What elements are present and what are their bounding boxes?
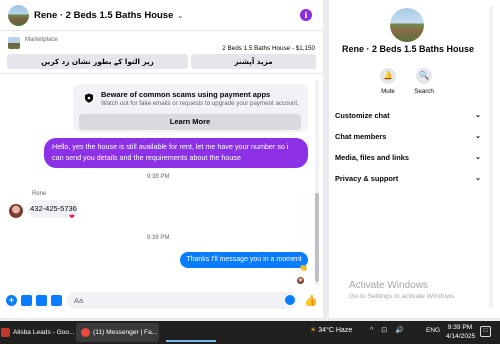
activate-windows-subtext: Go to Settings to activate Windows.	[349, 293, 457, 300]
chat-header: Rene · 2 Beds 1.5 Baths House ⌄ i	[0, 0, 323, 31]
chevron-down-icon: ⌄	[475, 154, 481, 161]
clock-time: 9:39 PM	[447, 324, 473, 331]
conversation-title-text: Rene · 2 Beds 1.5 Baths House	[34, 10, 174, 21]
mark-pending-button[interactable]: زیر التوا کے بطور نشان زد کریں	[7, 54, 188, 69]
taskbar-app-sheets[interactable]: Alisba Leads - Goo...	[0, 323, 75, 342]
listing-thumbnail[interactable]	[8, 37, 20, 49]
plus-icon[interactable]: +	[6, 295, 17, 306]
section-label: Customize chat	[335, 111, 390, 120]
scam-warning-title: Beware of common scams using payment app…	[101, 90, 271, 99]
listing-title[interactable]: 2 Beds 1.5 Baths House - $1,150	[222, 45, 315, 52]
section-label: Media, files and links	[335, 153, 409, 162]
notification-icon[interactable]: □	[480, 326, 491, 337]
message-timestamp: 9:39 PM	[147, 235, 170, 241]
taskbar-app-label: (11) Messenger | Fa...	[93, 329, 158, 336]
details-panel: Rene · 2 Beds 1.5 Baths House 🔔 🔍 Mute S…	[329, 0, 500, 318]
language-indicator[interactable]: ENG	[426, 327, 440, 334]
active-app-indicator	[166, 340, 216, 342]
conversation-title[interactable]: Rene · 2 Beds 1.5 Baths House ⌄	[34, 10, 183, 21]
system-tray-icons[interactable]: ^ ⊡ 🔊	[370, 326, 407, 334]
emoji-icon[interactable]	[285, 295, 295, 305]
outgoing-message[interactable]: Hello, yes the house is still available …	[44, 138, 308, 168]
conversation-avatar[interactable]	[8, 5, 29, 26]
weather-text: 34°C Haze	[318, 327, 353, 334]
taskbar-app-messenger[interactable]: (11) Messenger | Fa...	[76, 323, 216, 342]
sticker-icon[interactable]	[36, 295, 47, 306]
marketplace-label: Marketplace	[25, 37, 58, 43]
sun-icon: ☀	[310, 327, 317, 334]
chat-scrollbar-thumb[interactable]	[315, 193, 319, 282]
shield-icon	[85, 93, 93, 103]
app-icon	[1, 328, 10, 337]
learn-more-button[interactable]: Learn More	[79, 114, 301, 130]
taskbar: Alisba Leads - Goo... (11) Messenger | F…	[0, 321, 500, 344]
clock-date: 4/14/2025	[446, 333, 476, 340]
message-input-placeholder: Aa	[74, 296, 84, 305]
section-label: Privacy & support	[335, 174, 399, 183]
outgoing-message[interactable]: Thanks I'll message you in a moment	[180, 252, 308, 268]
details-scrollbar[interactable]	[489, 6, 493, 308]
seen-indicator-avatar	[297, 277, 304, 284]
details-title: Rene · 2 Beds 1.5 Baths House	[341, 44, 475, 54]
conversation-avatar-large[interactable]	[390, 8, 424, 42]
chevron-down-icon: ⌄	[177, 13, 184, 20]
message-input[interactable]: Aa	[67, 292, 297, 309]
search-label: Search	[414, 88, 434, 95]
activate-windows-watermark: Activate Windows	[349, 280, 428, 291]
message-timestamp: 9:38 PM	[147, 174, 170, 180]
section-label: Chat members	[335, 132, 387, 141]
more-options-button[interactable]: مزید آپشنز	[191, 54, 316, 69]
section-media-files-links[interactable]: Media, files and links ⌄	[335, 151, 481, 165]
scam-warning-subtitle: Watch out for fake emails or requests to…	[101, 100, 299, 107]
clock[interactable]: 9:39 PM 4/14/2025	[446, 323, 476, 341]
marketplace-bar: Marketplace 2 Beds 1.5 Baths House - $1,…	[0, 31, 323, 74]
browser-icon	[81, 328, 90, 337]
heart-reaction-icon[interactable]: ❤	[69, 213, 75, 221]
chevron-down-icon: ⌄	[475, 175, 481, 182]
like-icon[interactable]: 👍	[304, 294, 318, 307]
search-icon[interactable]: 🔍	[416, 68, 432, 84]
section-customize-chat[interactable]: Customize chat ⌄	[335, 109, 481, 123]
chevron-down-icon: ⌄	[475, 112, 481, 119]
sender-name: Rene	[32, 191, 47, 197]
taskbar-app-label: Alisba Leads - Goo...	[13, 329, 75, 336]
gif-icon[interactable]	[51, 295, 62, 306]
message-composer: + Aa 👍	[0, 290, 323, 312]
mute-label: Mute	[381, 88, 395, 95]
bell-icon[interactable]: 🔔	[380, 68, 396, 84]
weather-widget[interactable]: ☀ 34°C Haze	[310, 326, 352, 334]
chat-panel: Rene · 2 Beds 1.5 Baths House ⌄ i Marketp…	[0, 0, 323, 318]
info-icon[interactable]: i	[300, 9, 312, 21]
section-privacy-support[interactable]: Privacy & support ⌄	[335, 172, 481, 186]
sender-avatar[interactable]	[9, 204, 23, 218]
chevron-down-icon: ⌄	[475, 133, 481, 140]
clap-reaction-icon[interactable]: 👏	[299, 264, 308, 272]
section-chat-members[interactable]: Chat members ⌄	[335, 130, 481, 144]
image-icon[interactable]	[21, 295, 32, 306]
